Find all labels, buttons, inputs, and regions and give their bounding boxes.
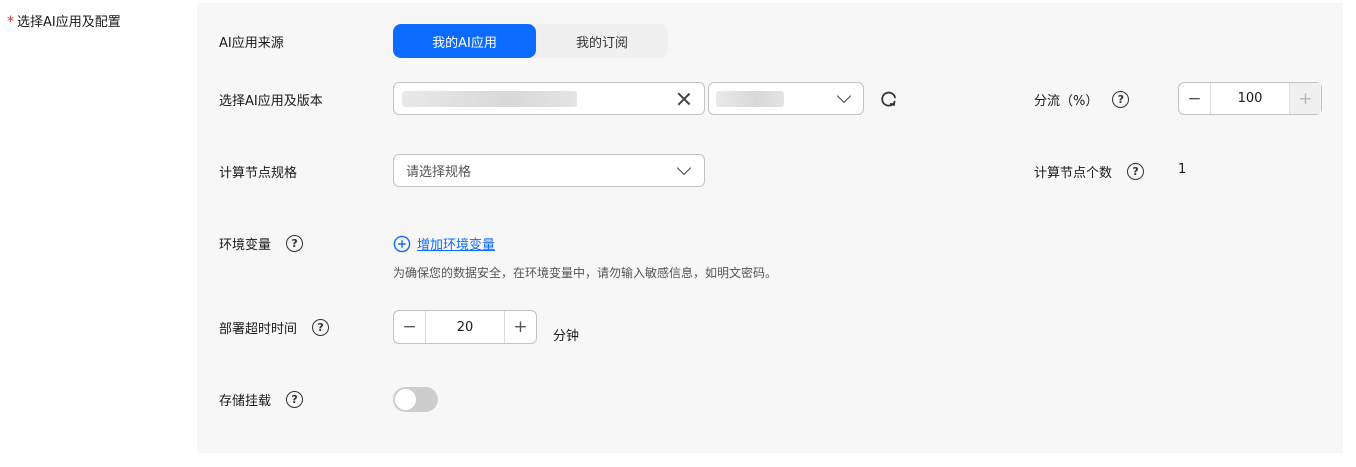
storage-label: 存储挂载 ? [219,390,304,409]
traffic-label-text: 分流（%） [1034,94,1099,109]
env-label: 环境变量 ? [219,234,304,253]
traffic-decrement-button[interactable]: − [1179,83,1210,114]
node-count-value: 1 [1178,162,1187,177]
spec-label: 计算节点规格 [219,166,298,181]
source-label: AI应用来源 [219,36,284,51]
timeout-stepper: − 20 + [393,310,537,344]
refresh-icon[interactable] [878,88,900,110]
help-icon[interactable]: ? [286,235,304,252]
add-env-button[interactable]: 增加环境变量 [393,234,495,253]
traffic-label: 分流（%） ? [1034,90,1130,109]
config-panel [197,3,1343,453]
help-icon[interactable]: ? [312,319,330,336]
add-env-link[interactable]: 增加环境变量 [417,234,495,253]
version-select-dropdown[interactable] [708,82,864,115]
env-label-text: 环境变量 [219,238,272,253]
spec-select-dropdown[interactable]: 请选择规格 [393,154,705,187]
chevron-down-icon [676,160,692,176]
version-redacted [716,90,784,107]
timeout-label-text: 部署超时时间 [219,322,298,337]
spec-placeholder: 请选择规格 [406,165,472,180]
traffic-increment-button[interactable]: + [1290,83,1321,114]
storage-toggle[interactable] [393,387,438,412]
timeout-increment-button[interactable]: + [505,311,536,343]
help-icon[interactable]: ? [1127,163,1145,180]
traffic-stepper: − 100 + [1178,82,1322,115]
app-name-redacted [402,90,577,107]
node-count-label-text: 计算节点个数 [1034,166,1113,181]
section-title: 选择AI应用及配置 [17,15,121,30]
storage-label-text: 存储挂载 [219,394,272,409]
timeout-unit: 分钟 [553,329,580,344]
traffic-value-input[interactable]: 100 [1210,83,1290,114]
app-select-dropdown[interactable] [393,82,705,115]
tab-my-ai-apps[interactable]: 我的AI应用 [393,24,536,58]
tab-my-subscriptions[interactable]: 我的订阅 [536,24,668,58]
plus-circle-icon [393,235,411,252]
help-icon[interactable]: ? [1112,91,1130,108]
required-mark: * [7,14,14,30]
timeout-label: 部署超时时间 ? [219,318,330,337]
app-select-label: 选择AI应用及版本 [219,94,323,109]
timeout-value-input[interactable]: 20 [425,311,505,343]
section-label: * 选择AI应用及配置 [7,11,121,30]
chevron-down-icon [836,88,852,104]
timeout-decrement-button[interactable]: − [394,311,425,343]
source-segmented-control: 我的AI应用 我的订阅 [393,24,668,58]
toggle-knob [395,389,416,410]
env-security-hint: 为确保您的数据安全，在环境变量中，请勿输入敏感信息，如明文密码。 [393,266,778,280]
node-count-label: 计算节点个数 ? [1034,162,1145,181]
close-icon[interactable] [677,92,691,106]
help-icon[interactable]: ? [286,391,304,408]
